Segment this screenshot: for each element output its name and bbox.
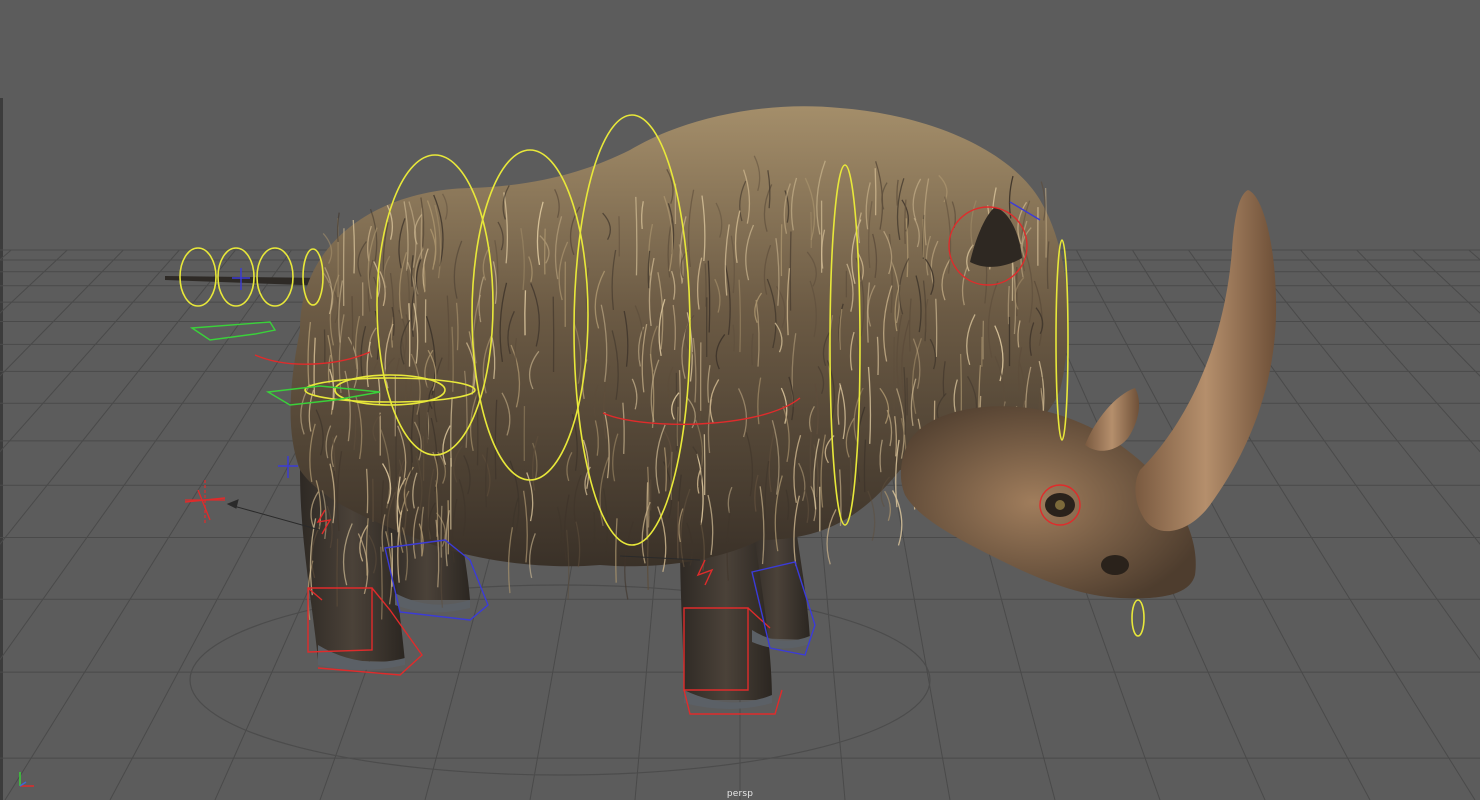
ground-circle [189, 584, 931, 776]
viewport-persp[interactable]: persp [0, 0, 1480, 800]
camera-label: persp [726, 789, 754, 799]
scene-canvas[interactable] [0, 0, 1480, 800]
world-locator[interactable] [185, 480, 225, 525]
xyz-axis-icon [19, 772, 34, 787]
